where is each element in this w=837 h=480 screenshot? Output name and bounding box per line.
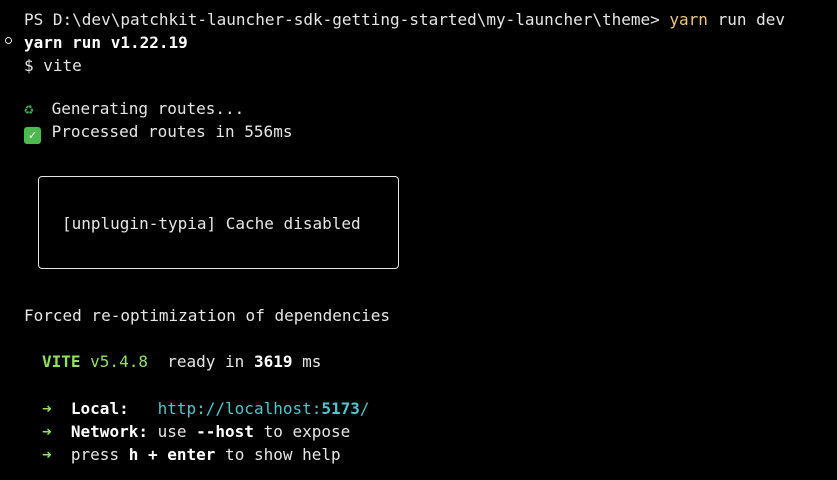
processed-routes-text: Processed routes in 556ms	[42, 122, 293, 141]
processed-routes-line: ✓ Processed routes in 556ms	[24, 120, 293, 144]
network-pre: use	[147, 422, 197, 441]
vite-ready-unit: ms	[292, 352, 322, 371]
network-post: to expose	[253, 422, 351, 441]
recycle-icon: ♻	[24, 99, 34, 118]
prompt-command: yarn	[669, 10, 708, 29]
terminal-window[interactable]: PS D:\dev\patchkit-launcher-sdk-getting-…	[0, 0, 837, 480]
network-line: ➜ Network: use --host to expose	[42, 420, 350, 443]
help-line: ➜ press h + enter to show help	[42, 443, 341, 466]
local-url-suffix: /	[359, 399, 370, 418]
generating-routes-line: ♻ Generating routes...	[24, 97, 244, 120]
vite-status-line: VITE v5.4.8 ready in 3619 ms	[42, 350, 321, 373]
prompt-marker-icon	[5, 37, 12, 44]
check-icon: ✓	[24, 127, 41, 144]
yarn-header: yarn run v1.22.19	[24, 33, 188, 52]
vite-command: $ vite	[24, 56, 82, 75]
vite-name: VITE	[42, 352, 81, 371]
help-pre: press	[70, 445, 129, 464]
arrow-right-icon: ➜	[42, 422, 52, 441]
local-label: Local:	[70, 399, 129, 418]
message-box-text: [unplugin-typia] Cache disabled	[62, 214, 361, 233]
prompt-path: PS D:\dev\patchkit-launcher-sdk-getting-…	[24, 10, 670, 29]
vite-ready-ms: 3619	[253, 352, 293, 371]
local-url-line: ➜ Local: http://localhost:5173/	[42, 397, 370, 420]
help-key-enter: enter	[167, 445, 216, 464]
forced-reoptimization-text: Forced re-optimization of dependencies	[24, 306, 391, 325]
arrow-right-icon: ➜	[42, 399, 52, 418]
prompt-args: run dev	[707, 10, 785, 29]
network-host-flag: --host	[196, 422, 254, 441]
help-plus: +	[138, 445, 168, 464]
generating-routes-text: Generating routes...	[42, 99, 245, 118]
local-url-prefix: http://localhost:	[157, 399, 322, 418]
vite-version: v5.4.8	[80, 352, 148, 371]
local-url-port: 5173	[321, 399, 360, 418]
help-post: to show help	[215, 445, 341, 464]
arrow-right-icon: ➜	[42, 445, 52, 464]
network-label: Network:	[70, 422, 148, 441]
vite-ready-text: ready in	[147, 352, 254, 371]
prompt-line: PS D:\dev\patchkit-launcher-sdk-getting-…	[24, 8, 785, 31]
local-url-link[interactable]: http://localhost:5173/	[158, 399, 370, 418]
help-key-h: h	[128, 445, 139, 464]
